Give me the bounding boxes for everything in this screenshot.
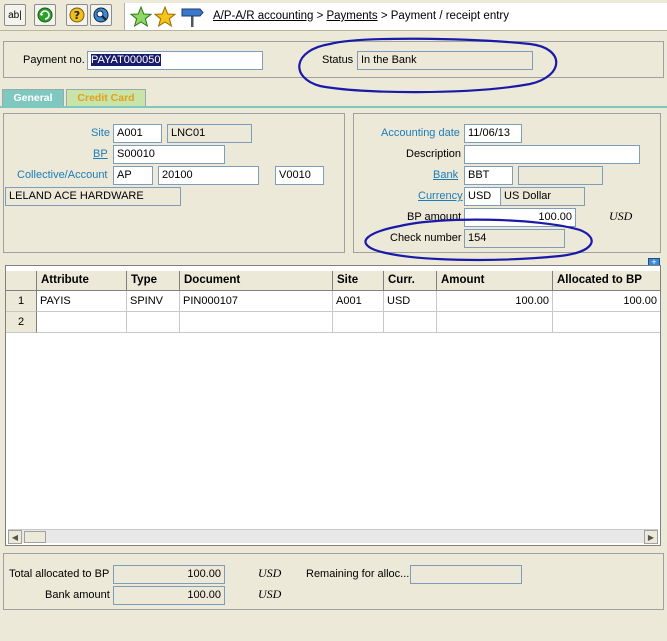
bank-field[interactable]: BBT	[464, 166, 513, 185]
cell-amount[interactable]	[437, 312, 553, 333]
refresh-icon[interactable]	[34, 4, 56, 26]
column-header-amount[interactable]: Amount	[437, 271, 553, 291]
bank-amount-field: 100.00	[113, 586, 225, 605]
breadcrumb-ap-ar[interactable]: A/P-A/R accounting	[213, 10, 313, 22]
column-header-currency[interactable]: Curr.	[384, 271, 437, 291]
grid-corner	[6, 271, 37, 291]
column-header-type[interactable]: Type	[127, 271, 180, 291]
currency-label[interactable]: Currency	[418, 190, 463, 202]
cell-site[interactable]	[333, 312, 384, 333]
remaining-label: Remaining for alloc...	[306, 568, 410, 580]
column-header-site[interactable]: Site	[333, 271, 384, 291]
column-header-attribute[interactable]: Attribute	[37, 271, 127, 291]
total-allocated-label: Total allocated to BP	[9, 568, 110, 580]
cell-type[interactable]: SPINV	[127, 291, 180, 312]
remaining-field	[410, 565, 522, 584]
signpost-icon[interactable]	[180, 6, 204, 28]
collective-field[interactable]: AP	[113, 166, 153, 185]
bank-label[interactable]: Bank	[433, 169, 458, 181]
breadcrumb-current: Payment / receipt entry	[390, 10, 509, 22]
text-field-icon[interactable]: ab|	[4, 4, 26, 26]
currency-description: US Dollar	[500, 187, 585, 206]
account-bp-field[interactable]: V0010	[275, 166, 324, 185]
help-icon[interactable]: ?	[66, 4, 88, 26]
bank-description	[518, 166, 603, 185]
column-header-document[interactable]: Document	[180, 271, 333, 291]
cell-site[interactable]: A001	[333, 291, 384, 312]
bp-amount-label: BP amount	[407, 211, 462, 223]
svg-text:?: ?	[74, 9, 80, 22]
status-label: Status	[322, 54, 354, 66]
check-number-label: Check number	[390, 232, 462, 244]
total-allocated-currency: USD	[258, 566, 282, 580]
cell-document[interactable]: PIN000107	[180, 291, 333, 312]
description-label: Description	[406, 148, 462, 160]
table-row[interactable]: 1 PAYIS SPINV PIN000107 A001 USD 100.00 …	[6, 291, 660, 312]
bp-amount-field[interactable]: 100.00	[464, 208, 576, 227]
check-number-field: 154	[464, 229, 565, 248]
cell-allocated-to-bp[interactable]: 100.00	[553, 291, 660, 312]
description-field[interactable]	[464, 145, 640, 164]
cell-amount[interactable]: 100.00	[437, 291, 553, 312]
bp-name-field: LELAND ACE HARDWARE	[5, 187, 181, 206]
footer-panel	[3, 553, 664, 610]
payment-no-field[interactable]: PAYAT000050	[87, 51, 263, 70]
row-number: 2	[6, 312, 37, 333]
bank-amount-label: Bank amount	[45, 589, 110, 601]
allocation-grid: Attribute Type Document Site Curr. Amoun…	[5, 265, 661, 546]
account-field[interactable]: 20100	[158, 166, 259, 185]
bp-amount-currency: USD	[609, 209, 633, 223]
gold-star-icon[interactable]	[154, 6, 176, 28]
payment-no-value: PAYAT000050	[91, 54, 161, 66]
row-number: 1	[6, 291, 37, 312]
tab-underline	[0, 106, 667, 108]
breadcrumb-payments[interactable]: Payments	[326, 10, 377, 22]
toolbar: ab| ? A/P-A/R accounting > Payments > Pa…	[0, 0, 667, 31]
breadcrumb-sep: >	[316, 10, 324, 22]
cell-allocated-to-bp[interactable]	[553, 312, 660, 333]
grid-header: Attribute Type Document Site Curr. Amoun…	[6, 271, 660, 291]
tab-general[interactable]: General	[2, 89, 64, 106]
column-header-allocated-to-bp[interactable]: Allocated to BP	[553, 271, 660, 291]
breadcrumb-sep: >	[380, 10, 388, 22]
site-label[interactable]: Site	[91, 127, 110, 139]
zoom-icon[interactable]	[90, 4, 112, 26]
scroll-left-icon[interactable]: ◀	[8, 530, 22, 544]
site-description: LNC01	[167, 124, 252, 143]
collective-account-label[interactable]: Collective/Account	[17, 169, 108, 181]
cell-currency[interactable]: USD	[384, 291, 437, 312]
status-field: In the Bank	[357, 51, 533, 70]
cell-document[interactable]	[180, 312, 333, 333]
cell-type[interactable]	[127, 312, 180, 333]
payment-no-label: Payment no.	[23, 54, 85, 66]
breadcrumb: A/P-A/R accounting > Payments > Payment …	[213, 10, 509, 22]
bp-field[interactable]: S00010	[113, 145, 225, 164]
cell-currency[interactable]	[384, 312, 437, 333]
table-row[interactable]: 2	[6, 312, 660, 333]
accounting-date-label[interactable]: Accounting date	[381, 127, 460, 139]
abl-label: ab|	[8, 9, 22, 21]
accounting-date-field[interactable]: 11/06/13	[464, 124, 522, 143]
cell-attribute[interactable]	[37, 312, 127, 333]
green-star-icon[interactable]	[130, 6, 152, 28]
horizontal-scrollbar[interactable]: ◀ ▶	[8, 529, 658, 544]
total-allocated-field: 100.00	[113, 565, 225, 584]
bp-label[interactable]: BP	[93, 148, 108, 160]
currency-field[interactable]: USD	[464, 187, 501, 206]
site-field[interactable]: A001	[113, 124, 162, 143]
bank-amount-currency: USD	[258, 587, 282, 601]
tab-credit-card[interactable]: Credit Card	[66, 89, 146, 106]
scroll-thumb[interactable]	[24, 531, 46, 543]
cell-attribute[interactable]: PAYIS	[37, 291, 127, 312]
scroll-right-icon[interactable]: ▶	[644, 530, 658, 544]
